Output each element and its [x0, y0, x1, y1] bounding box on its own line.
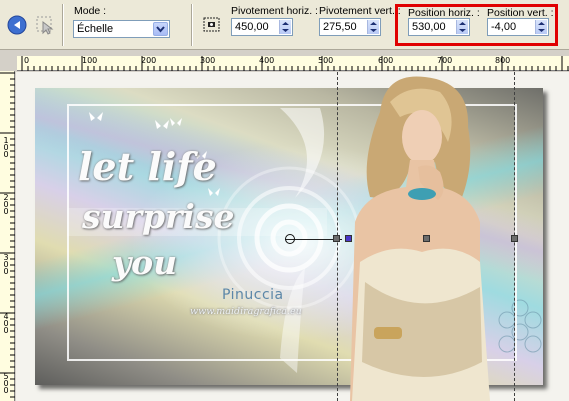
ruler-h-label: 300	[200, 56, 216, 65]
ruler-h-label: 800	[495, 56, 511, 65]
mode-label: Mode :	[74, 5, 107, 17]
ruler-v-label: 5 0 0	[3, 372, 9, 395]
ruler-h-label: 200	[141, 56, 157, 65]
pivot-point-button[interactable]	[202, 16, 224, 38]
vertical-ruler: 1 0 0 2 0 0 3 0 0 4 0 0 5 0 0	[0, 71, 15, 401]
ruler-v-label: 4 0 0	[3, 312, 9, 335]
credit-url: www.maidiragrafica.eu	[190, 306, 302, 317]
pivot-h-value: 450,00	[235, 21, 269, 33]
pivot-point-handle[interactable]	[285, 234, 295, 244]
credit-name: Pinuccia	[222, 287, 284, 303]
ruler-h-label: 100	[82, 56, 98, 65]
ruler-v-label: 3 0 0	[3, 253, 9, 276]
spinner-arrows-icon[interactable]	[367, 20, 379, 34]
pivot-v-spinner[interactable]: 275,50	[319, 18, 381, 36]
ruler-h-label: 400	[259, 56, 275, 65]
mode-value: Échelle	[77, 23, 114, 35]
quote-line-3: you	[112, 243, 178, 282]
ruler-ticks	[0, 72, 15, 398]
spinner-arrows-icon[interactable]	[279, 20, 291, 34]
tool-options-toolbar: Mode : Échelle Pivotement horiz. : 450,0…	[0, 0, 569, 50]
woman-figure-layer[interactable]	[330, 72, 510, 401]
undo-arrow-icon	[7, 15, 27, 35]
ruler-corner	[0, 56, 17, 71]
ruler-v-label: 2 0 0	[3, 193, 9, 216]
position-fields-highlight	[395, 4, 558, 46]
transform-handle-center[interactable]	[423, 235, 430, 242]
ruler-h-label: 600	[378, 56, 394, 65]
pivot-h-label: Pivotement horiz. :	[231, 5, 318, 17]
transform-handle-left[interactable]	[333, 235, 340, 242]
pivot-v-label: Pivotement vert. :	[319, 5, 401, 17]
chevron-down-icon[interactable]	[153, 22, 168, 36]
reset-button[interactable]	[6, 14, 28, 36]
quote-line-2: surprise	[82, 197, 235, 236]
pivot-h-spinner[interactable]: 450,00	[231, 18, 293, 36]
select-arrow-icon	[36, 16, 54, 35]
rotation-handle[interactable]	[345, 235, 352, 242]
ruler-h-label: 0	[24, 56, 30, 65]
ruler-h-label: 700	[437, 56, 453, 65]
quote-line-1: let life	[78, 144, 217, 189]
mode-select[interactable]: Échelle	[73, 20, 170, 38]
ruler-ticks	[21, 56, 569, 71]
selection-tool-button[interactable]	[34, 14, 56, 36]
pivot-v-value: 275,50	[323, 21, 357, 33]
horizontal-ruler: 0 100 200 300 400 500 600 700 800	[17, 56, 569, 71]
ruler-h-label: 500	[318, 56, 334, 65]
transform-handle-right[interactable]	[511, 235, 518, 242]
toolbar-separator	[62, 4, 64, 46]
ruler-v-label: 1 0 0	[3, 136, 9, 159]
toolbar-separator	[191, 4, 193, 46]
pivot-frame-icon	[203, 17, 220, 32]
